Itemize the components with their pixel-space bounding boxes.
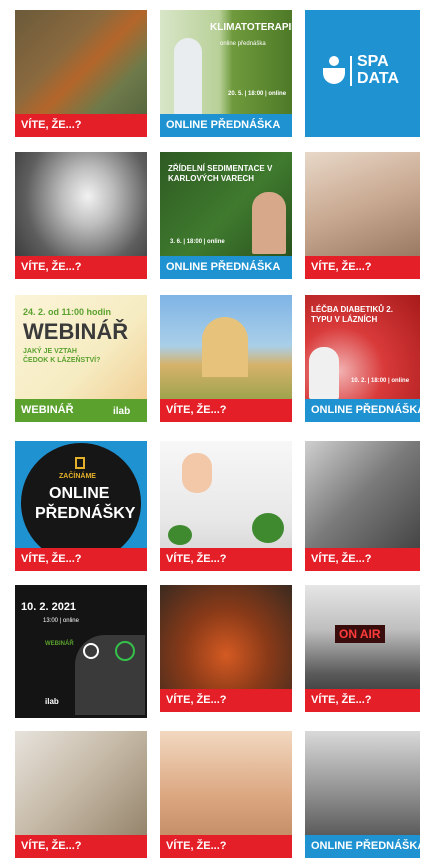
notepad-icon xyxy=(75,457,85,469)
drop-icon xyxy=(323,56,345,84)
tile-spa-data-logo[interactable]: SPA DATA xyxy=(305,10,420,137)
tile-colonnade[interactable]: VÍTE, ŽE...? xyxy=(160,295,292,422)
tile-webinar[interactable]: 24. 2. od 11:00 hodin WEBINÁŘ JAKÝ JE VZ… xyxy=(15,295,147,422)
webinar-date: 24. 2. od 11:00 hodin xyxy=(23,307,112,317)
tile-on-air[interactable]: ON AIR VÍTE, ŽE...? xyxy=(305,585,420,712)
tile-caption: ONLINE PŘEDNÁŠKA xyxy=(160,114,292,137)
doctor-figure xyxy=(309,347,339,399)
neutral-face-icon xyxy=(83,643,99,659)
divider xyxy=(350,56,352,86)
tile-caption: ONLINE PŘEDNÁŠKA xyxy=(305,835,420,858)
tile-caption: VÍTE, ŽE...? xyxy=(305,548,420,571)
brand-line-2: DATA xyxy=(357,70,400,87)
ilab-logo: ilab xyxy=(45,697,59,706)
brand-line-1: SPA xyxy=(357,53,389,70)
webinar-subtitle: JAKÝ JE VZTAH ČEDOK K LÁZEŇSTVÍ? xyxy=(23,348,101,364)
tile-lecba-diabetiku[interactable]: LÉČBA DIABETIKŮ 2. TYPU V LÁZNÍCH 10. 2.… xyxy=(305,295,420,422)
tile-meta: 20. 5. | 18:00 | online xyxy=(228,91,287,97)
tile-historic-colonnade[interactable]: ONLINE PŘEDNÁŠKA xyxy=(305,731,420,858)
tile-caption: ONLINE PŘEDNÁŠKA xyxy=(305,399,420,422)
tile-online-prednasky[interactable]: ZAČÍNÁME ONLINE PŘEDNÁŠKY VÍTE, ŽE...? xyxy=(15,441,147,571)
tile-meta: 10. 2. | 18:00 | online xyxy=(351,378,410,384)
tile-child-statue[interactable]: VÍTE, ŽE...? xyxy=(305,441,420,571)
tile-spring-stones[interactable]: VÍTE, ŽE...? xyxy=(15,10,147,137)
tile-meta: 3. 6. | 18:00 | online xyxy=(170,239,225,245)
tile-top-label: ZAČÍNÁME xyxy=(59,473,96,480)
tile-klimatoterapie[interactable]: KLIMATOTERAPIE online přednáška 20. 5. |… xyxy=(160,10,292,137)
tile-caption: VÍTE, ŽE...? xyxy=(15,835,147,858)
building-dome xyxy=(202,317,248,377)
caption-text: WEBINÁŘ xyxy=(21,404,74,416)
tile-water-tap[interactable]: VÍTE, ŽE...? xyxy=(305,152,420,279)
ilab-logo: ilab xyxy=(113,406,131,417)
tile-caption: ONLINE PŘEDNÁŠKA xyxy=(160,256,292,279)
tile-caption: VÍTE, ŽE...? xyxy=(160,548,292,571)
webinar-time: 13:00 | online xyxy=(43,618,79,624)
melon-right xyxy=(252,513,284,543)
tile-caption: VÍTE, ŽE...? xyxy=(160,689,292,712)
tile-massage[interactable]: VÍTE, ŽE...? xyxy=(160,731,292,858)
man-portrait xyxy=(252,192,286,254)
on-air-sign: ON AIR xyxy=(335,625,385,643)
tile-baby-bath[interactable]: VÍTE, ŽE...? xyxy=(160,441,292,571)
tile-geyser-historic[interactable]: VÍTE, ŽE...? xyxy=(15,152,147,279)
tile-caption: VÍTE, ŽE...? xyxy=(160,835,292,858)
tile-headline: LÉČBA DIABETIKŮ 2. TYPU V LÁZNÍCH xyxy=(311,305,393,324)
tile-caption: VÍTE, ŽE...? xyxy=(305,256,420,279)
tile-headline: KLIMATOTERAPIE xyxy=(210,22,292,33)
tile-caption: VÍTE, ŽE...? xyxy=(15,256,147,279)
webinar-title: WEBINÁŘ xyxy=(23,319,129,344)
webinar-label: WEBINÁŘ xyxy=(45,641,74,647)
tile-caption: VÍTE, ŽE...? xyxy=(15,548,147,571)
tile-webinar-dark[interactable]: 10. 2. 2021 13:00 | online WEBINÁŘ ilab xyxy=(15,585,147,718)
tile-sub: online přednáška xyxy=(220,41,266,47)
tile-spring-fountain[interactable]: VÍTE, ŽE...? xyxy=(160,585,292,712)
tile-zridelni-sedimentace[interactable]: ZŘÍDELNÍ SEDIMENTACE V KARLOVÝCH VARECH … xyxy=(160,152,292,279)
tile-caption: VÍTE, ŽE...? xyxy=(15,114,147,137)
baby-figure xyxy=(182,453,212,493)
melon-left xyxy=(168,525,192,545)
tile-headline: ZŘÍDELNÍ SEDIMENTACE V KARLOVÝCH VARECH xyxy=(168,164,273,183)
woman-figure xyxy=(174,38,202,118)
tile-caption: VÍTE, ŽE...? xyxy=(160,399,292,422)
tile-caption: VÍTE, ŽE...? xyxy=(305,689,420,712)
tile-frost-plants[interactable]: VÍTE, ŽE...? xyxy=(15,731,147,858)
smiley-face-icon xyxy=(115,641,135,661)
webinar-date: 10. 2. 2021 xyxy=(21,601,77,613)
tile-headline-2: PŘEDNÁŠKY xyxy=(35,505,136,522)
tile-headline-1: ONLINE xyxy=(49,485,110,502)
